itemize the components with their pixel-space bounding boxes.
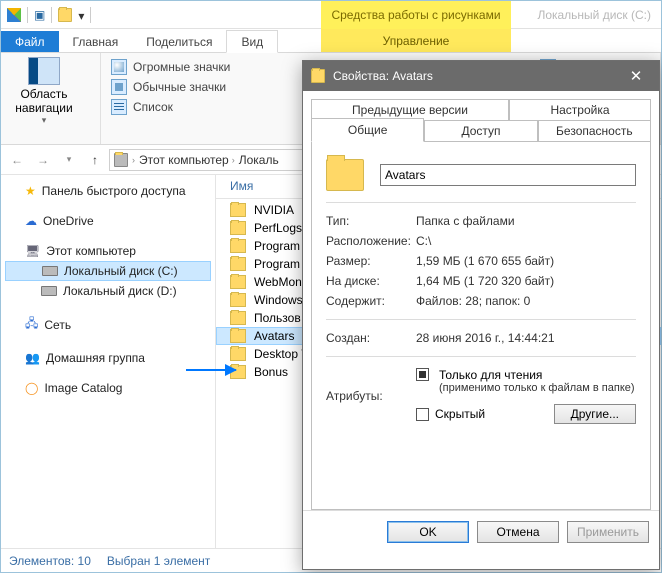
file-name: Windows bbox=[254, 293, 303, 307]
nav-drive-c[interactable]: Локальный диск (C:) bbox=[5, 261, 211, 281]
tab-view[interactable]: Вид bbox=[226, 30, 278, 53]
tab-access[interactable]: Доступ bbox=[424, 120, 537, 142]
file-name: PerfLogs bbox=[254, 221, 302, 235]
folder-icon bbox=[230, 239, 246, 253]
quick-save-icon[interactable]: ▣ bbox=[34, 8, 45, 22]
back-button[interactable]: ← bbox=[5, 148, 29, 172]
file-name: Program bbox=[254, 239, 300, 253]
nav-homegroup[interactable]: 👥Домашняя группа bbox=[5, 348, 211, 368]
readonly-sublabel: (применимо только к файлам в папке) bbox=[439, 382, 635, 394]
pc-icon: 🖥 bbox=[25, 244, 40, 258]
context-tab-header: Средства работы с рисунками bbox=[321, 1, 511, 29]
nav-image-catalog[interactable]: ◯Image Catalog bbox=[5, 378, 211, 398]
readonly-label: Только для чтения bbox=[439, 368, 635, 382]
nav-quick-access[interactable]: ★Панель быстрого доступа bbox=[5, 181, 211, 201]
drive-icon bbox=[41, 286, 57, 296]
drive-icon bbox=[114, 153, 128, 167]
close-button[interactable]: ✕ bbox=[621, 61, 651, 91]
folder-icon bbox=[230, 221, 246, 235]
nav-pane-button[interactable]: Область навигации ▾ bbox=[9, 57, 79, 126]
file-name: Program bbox=[254, 257, 300, 271]
contains-value: Файлов: 28; папок: 0 bbox=[416, 294, 530, 308]
folder-icon bbox=[230, 347, 246, 361]
tab-security[interactable]: Безопасность bbox=[538, 120, 651, 142]
status-selection: Выбран 1 элемент bbox=[107, 554, 210, 568]
size-value: 1,59 МБ (1 670 655 байт) bbox=[416, 254, 554, 268]
tab-general-content: Тип:Папка с файлами Расположение:C:\ Раз… bbox=[311, 142, 651, 510]
folder-icon bbox=[311, 69, 325, 83]
tab-general[interactable]: Общие bbox=[311, 118, 424, 142]
star-icon: ★ bbox=[25, 184, 36, 198]
tab-file[interactable]: Файл bbox=[1, 31, 59, 52]
folder-icon bbox=[230, 203, 246, 217]
hidden-label: Скрытый bbox=[435, 407, 485, 421]
tab-home[interactable]: Главная bbox=[59, 31, 133, 52]
file-name: NVIDIA bbox=[254, 203, 294, 217]
file-name: Avatars bbox=[254, 329, 294, 343]
dialog-buttons: OK Отмена Применить bbox=[303, 510, 659, 553]
properties-dialog: Свойства: Avatars ✕ Предыдущие версии На… bbox=[302, 60, 660, 570]
file-name: WebMon bbox=[254, 275, 302, 289]
advanced-button[interactable]: Другие... bbox=[554, 404, 636, 424]
file-name: Пользов bbox=[254, 311, 301, 325]
cancel-button[interactable]: Отмена bbox=[477, 521, 559, 543]
nav-this-pc[interactable]: 🖥Этот компьютер bbox=[5, 241, 211, 261]
homegroup-icon: 👥 bbox=[25, 351, 40, 365]
cloud-icon: ☁ bbox=[25, 214, 37, 228]
readonly-checkbox[interactable] bbox=[416, 368, 429, 381]
hidden-checkbox[interactable] bbox=[416, 408, 429, 421]
annotation-arrow-icon bbox=[186, 369, 236, 371]
folder-name-input[interactable] bbox=[380, 164, 636, 186]
drive-icon bbox=[42, 266, 58, 276]
network-icon: 🖧 bbox=[25, 314, 38, 335]
type-value: Папка с файлами bbox=[416, 214, 515, 228]
created-value: 28 июня 2016 г., 14:44:21 bbox=[416, 331, 555, 345]
folder-icon bbox=[230, 329, 246, 343]
folder-icon bbox=[230, 275, 246, 289]
nav-onedrive[interactable]: ☁OneDrive bbox=[5, 211, 211, 231]
tab-share[interactable]: Поделиться bbox=[132, 31, 226, 52]
tab-customize[interactable]: Настройка bbox=[509, 99, 651, 120]
apply-button[interactable]: Применить bbox=[567, 521, 649, 543]
nav-network[interactable]: 🖧Сеть bbox=[5, 311, 211, 338]
status-count: Элементов: 10 bbox=[9, 554, 91, 568]
dialog-titlebar[interactable]: Свойства: Avatars ✕ bbox=[303, 61, 659, 91]
up-button[interactable]: ↑ bbox=[83, 148, 107, 172]
divider bbox=[90, 7, 91, 23]
ok-button[interactable]: OK bbox=[387, 521, 469, 543]
huge-icon bbox=[111, 59, 127, 75]
list-icon bbox=[111, 99, 127, 115]
qat-dropdown-icon[interactable]: ▾ bbox=[78, 9, 84, 23]
tab-previous-versions[interactable]: Предыдущие версии bbox=[311, 99, 509, 120]
divider bbox=[51, 7, 52, 23]
window-title-disabled: Локальный диск (C:) bbox=[537, 1, 651, 29]
size-on-disk-value: 1,64 МБ (1 720 320 байт) bbox=[416, 274, 554, 288]
folder-large-icon bbox=[326, 159, 364, 191]
context-tab-manage[interactable]: Управление bbox=[321, 29, 511, 53]
file-name: Bonus bbox=[254, 365, 288, 379]
folder-icon bbox=[230, 311, 246, 325]
folder-icon bbox=[230, 257, 246, 271]
divider bbox=[27, 7, 28, 23]
folder-icon bbox=[58, 8, 72, 22]
catalog-icon: ◯ bbox=[25, 381, 38, 395]
nav-pane-icon bbox=[28, 57, 60, 85]
nav-drive-d[interactable]: Локальный диск (D:) bbox=[5, 281, 211, 301]
normal-icon bbox=[111, 79, 127, 95]
app-icon bbox=[7, 8, 21, 22]
dialog-title: Свойства: Avatars bbox=[333, 69, 433, 83]
forward-button[interactable]: → bbox=[31, 148, 55, 172]
location-value: C:\ bbox=[416, 234, 431, 248]
nav-pane: ★Панель быстрого доступа ☁OneDrive 🖥Этот… bbox=[1, 175, 216, 548]
recent-button[interactable]: ▾ bbox=[57, 148, 81, 172]
folder-icon bbox=[230, 293, 246, 307]
